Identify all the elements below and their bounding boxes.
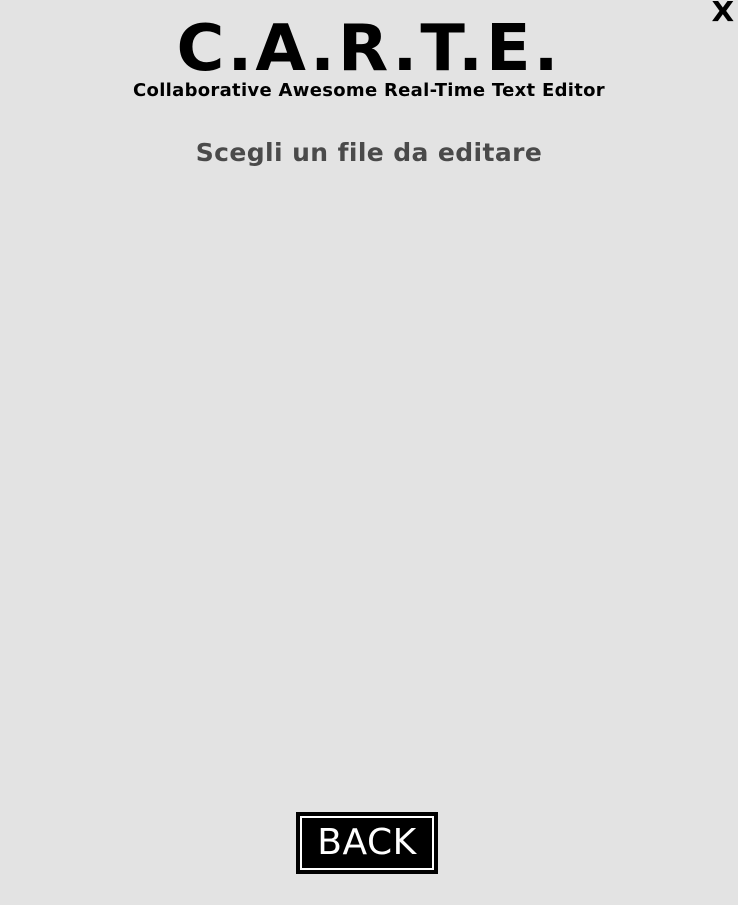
header: C.A.R.T.E. Collaborative Awesome Real-Ti… xyxy=(0,14,738,101)
app-title: C.A.R.T.E. xyxy=(176,12,562,86)
file-list xyxy=(60,190,678,780)
back-button[interactable]: BACK xyxy=(296,812,438,874)
back-button-label: BACK xyxy=(317,822,417,863)
choose-file-prompt: Scegli un file da editare xyxy=(195,138,543,167)
